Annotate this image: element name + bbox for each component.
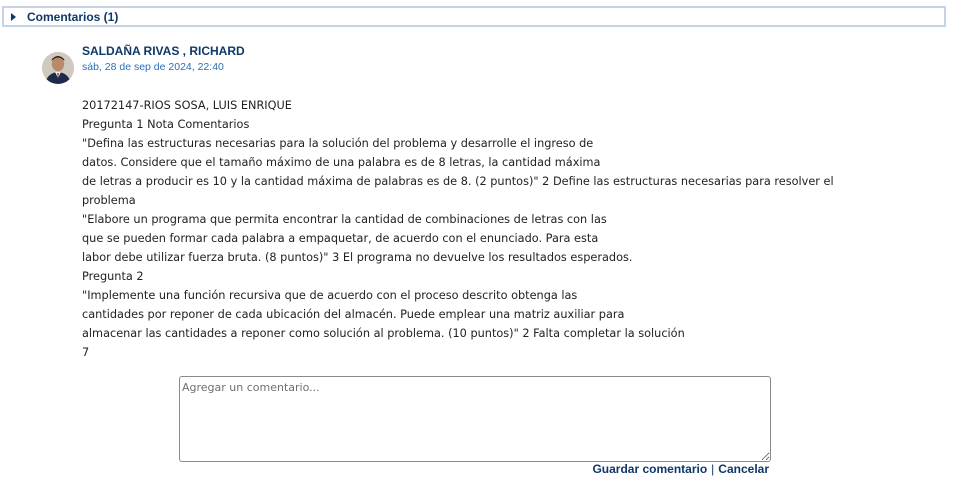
comment-line: almacenar las cantidades a reponer como … (82, 327, 685, 340)
comment-line: que se pueden formar cada palabra a empa… (82, 232, 599, 245)
comment-line: labor debe utilizar fuerza bruta. (8 pun… (82, 251, 633, 264)
comments-title: Comentarios (1) (27, 9, 119, 24)
cancel-button[interactable]: Cancelar (718, 462, 769, 476)
comment-line: cantidades por reponer de cada ubicación… (82, 308, 625, 321)
save-comment-button[interactable]: Guardar comentario (592, 462, 707, 476)
comment-line: "Implemente una función recursiva que de… (82, 289, 578, 302)
comment-input[interactable] (179, 376, 771, 462)
comment-line: de letras a producir es 10 y la cantidad… (82, 175, 834, 188)
comment-line: "Elabore un programa que permita encontr… (82, 213, 607, 226)
comment-line: Pregunta 1 Nota Comentarios (82, 118, 250, 131)
comment-line: problema (82, 194, 136, 207)
comment-date: sáb, 28 de sep de 2024, 22:40 (82, 61, 224, 73)
comment-line: datos. Considere que el tamaño máximo de… (82, 156, 601, 169)
comment-actions: Guardar comentario | Cancelar (592, 462, 769, 476)
comment-line: Pregunta 2 (82, 270, 144, 283)
actions-separator: | (711, 462, 715, 476)
comment-body: 20172147-RIOS SOSA, LUIS ENRIQUE Pregunt… (82, 96, 922, 362)
comment-line: 20172147-RIOS SOSA, LUIS ENRIQUE (82, 99, 292, 112)
avatar (42, 52, 74, 84)
comment-author[interactable]: SALDAÑA RIVAS , RICHARD (82, 44, 245, 58)
caret-right-icon (11, 12, 16, 21)
comment-line: "Defina las estructuras necesarias para … (82, 137, 594, 150)
comments-toggle[interactable]: Comentarios (1) (2, 6, 946, 27)
comment-line: 7 (82, 346, 90, 359)
